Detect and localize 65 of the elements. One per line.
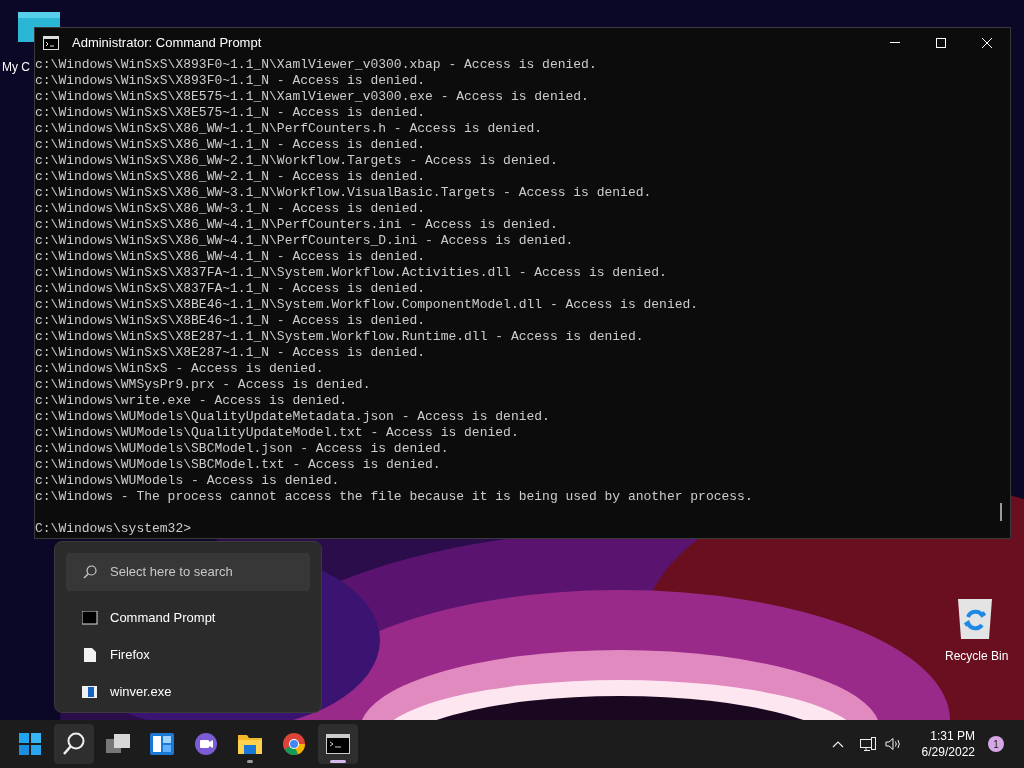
clock-time[interactable]: 1:31 PM <box>930 728 975 744</box>
taskbar-button[interactable] <box>318 724 358 764</box>
console-icon <box>82 610 98 625</box>
console-line: c:\Windows\WinSxS\X86_WW~4.1_N\PerfCounters.ini - Access is denied. <box>35 217 559 233</box>
window-icon <box>82 684 98 699</box>
scrollbar-thumb[interactable] <box>1000 503 1002 521</box>
close-icon <box>982 37 992 48</box>
console-line: c:\Windows\WinSxS\X86_WW~3.1_N - Access is denied. <box>35 201 427 217</box>
console-line: c:\Windows\WinSxS\X86_WW~2.1_N - Access is denied. <box>35 169 427 185</box>
folder-icon <box>238 732 262 756</box>
window-title: Administrator: Command Prompt <box>72 33 262 52</box>
console-line: c:\Windows\WinSxS\X8BE46~1.1_N\System.Workflow.ComponentModel.dll - Access is denied. <box>35 297 700 313</box>
console-line: c:\Windows\WinSxS\X8BE46~1.1_N - Access is denied. <box>35 313 427 329</box>
console-icon <box>43 35 59 50</box>
console-line: c:\Windows\WUModels\SBCModel.json - Access is denied. <box>35 441 450 457</box>
start-icon <box>18 732 42 756</box>
notification-badge[interactable]: 1 <box>988 736 1004 752</box>
recycle-bin-icon[interactable] <box>956 597 994 641</box>
chevron-up-icon[interactable] <box>831 740 844 748</box>
chrome-icon <box>282 732 306 756</box>
search-icon <box>83 565 97 579</box>
running-indicator <box>330 760 346 763</box>
console-line: c:\Windows\WUModels\SBCModel.txt - Access is denied. <box>35 457 442 473</box>
console-line: c:\Windows\WUModels\QualityUpdateMetadata.json - Access is denied. <box>35 409 551 425</box>
console-line: c:\Windows\WinSxS\X86_WW~2.1_N\Workflow.Targets - Access is denied. <box>35 153 559 169</box>
console-line: c:\Windows\WUModels\QualityUpdateModel.txt - Access is denied. <box>35 425 520 441</box>
console-line: c:\Windows\WinSxS\X86_WW~4.1_N - Access is denied. <box>35 249 427 265</box>
console-line: c:\Windows\WinSxS\X837FA~1.1_N\System.Workflow.Activities.dll - Access is denied. <box>35 265 668 281</box>
console-line: c:\Windows\WinSxS\X893F0~1.1_N - Access is denied. <box>35 73 427 89</box>
search-result[interactable]: Firefox <box>66 636 310 673</box>
search-result[interactable]: winver.exe <box>66 673 310 710</box>
console-line: c:\Windows\WinSxS\X8E575~1.1_N - Access is denied. <box>35 105 427 121</box>
console-line: c:\Windows\WinSxS\X86_WW~1.1_N - Access is denied. <box>35 137 427 153</box>
console-line: c:\Windows\WUModels - Access is denied. <box>35 473 341 489</box>
console-line: c:\Windows\WinSxS\X837FA~1.1_N - Access is denied. <box>35 281 427 297</box>
search-icon <box>62 732 86 756</box>
console-line: c:\Windows\WinSxS\X8E575~1.1_N\XamlViewer_v0300.exe - Access is denied. <box>35 89 590 105</box>
console-line: c:\Windows\WinSxS\X86_WW~1.1_N\PerfCounters.h - Access is denied. <box>35 121 544 137</box>
file-icon <box>82 647 98 662</box>
console-line: c:\Windows - The process cannot access the file because it is being used by another process. <box>35 489 754 505</box>
console-line: c:\Windows\WinSxS\X86_WW~3.1_N\Workflow.VisualBasic.Targets - Access is denied. <box>35 185 653 201</box>
icon-label[interactable]: My C <box>2 58 30 76</box>
console-line: c:\Windows\WinSxS\X8E287~1.1_N\System.Workflow.Runtime.dll - Access is denied. <box>35 329 645 345</box>
task-view-icon <box>106 732 130 756</box>
widgets-icon <box>150 732 174 756</box>
icon-label[interactable]: Recycle Bin <box>945 647 1009 665</box>
console-line: c:\Windows\WinSxS\X893F0~1.1_N\XamlViewer_v0300.xbap - Access is denied. <box>35 57 598 73</box>
console-icon <box>326 732 350 756</box>
volume-icon[interactable] <box>884 737 902 751</box>
command-prompt: C:\Windows\system32> <box>35 521 193 537</box>
running-indicator <box>247 760 253 763</box>
console-line: c:\Windows\WinSxS - Access is denied. <box>35 361 325 377</box>
search-field[interactable]: Select here to search <box>66 553 310 591</box>
console-line: c:\Windows\WinSxS\X86_WW~4.1_N\PerfCounters_D.ini - Access is denied. <box>35 233 575 249</box>
search-result[interactable]: Command Prompt <box>66 599 310 636</box>
maximize-icon <box>936 37 946 48</box>
taskbar-button[interactable] <box>54 724 94 764</box>
console-line: c:\Windows\WMSysPr9.prx - Access is denied. <box>35 377 372 393</box>
chat-icon <box>194 732 218 756</box>
clock-date[interactable]: 6/29/2022 <box>921 744 975 760</box>
console-line: c:\Windows\WinSxS\X8E287~1.1_N - Access is denied. <box>35 345 427 361</box>
console-line: c:\Windows\write.exe - Access is denied. <box>35 393 349 409</box>
minimize-icon <box>890 42 900 43</box>
search-input[interactable]: Select here to search <box>110 562 300 582</box>
network-icon[interactable] <box>859 736 876 752</box>
